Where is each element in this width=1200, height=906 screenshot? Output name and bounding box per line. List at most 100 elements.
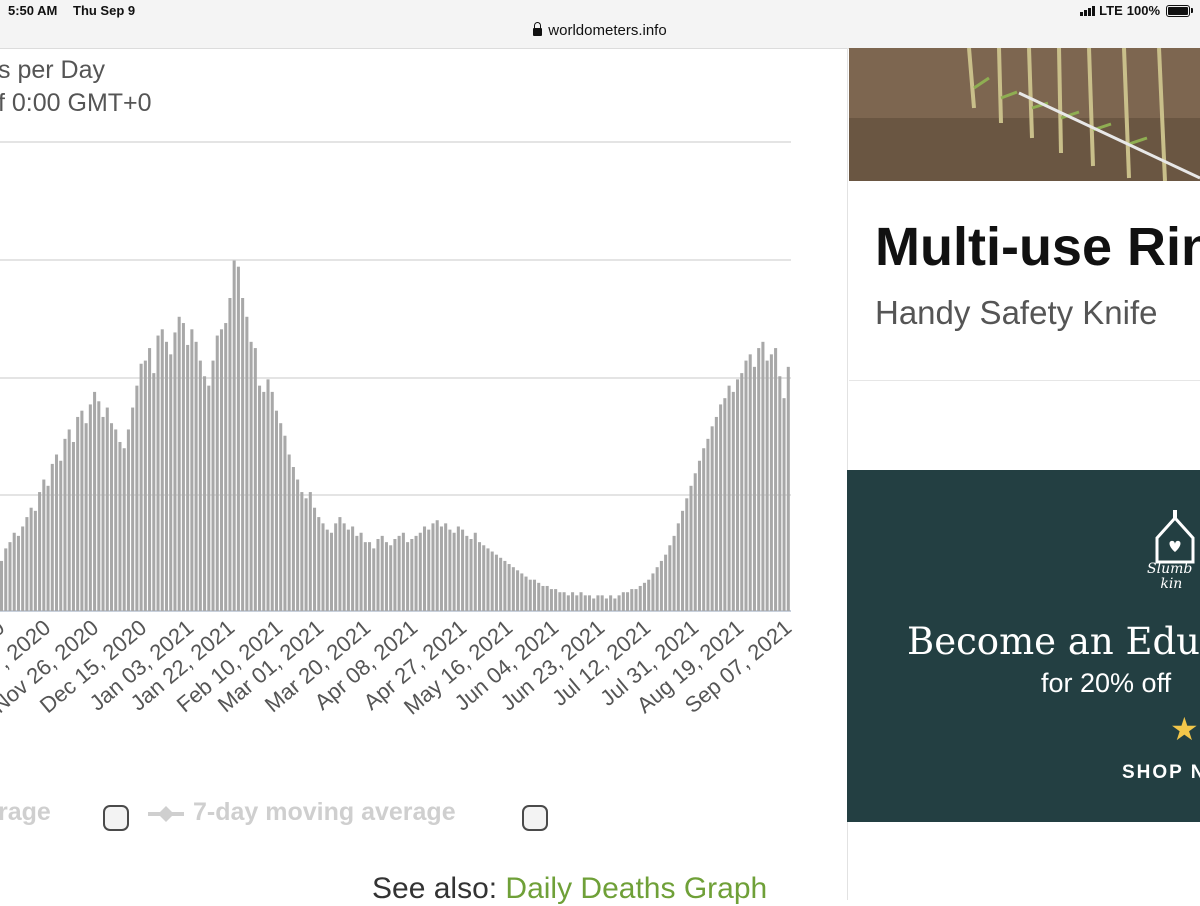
bar[interactable] [224,323,228,611]
bar[interactable] [676,523,680,611]
bar[interactable] [507,564,511,611]
bar[interactable] [693,473,697,611]
bar[interactable] [80,410,84,611]
bar[interactable] [406,542,410,611]
bar[interactable] [355,535,359,611]
bar[interactable] [532,579,537,611]
bar[interactable] [38,492,42,611]
bar[interactable] [482,545,486,611]
bar[interactable] [638,585,642,611]
legend-checkbox-daily[interactable] [103,805,129,831]
bar[interactable] [21,526,25,611]
bar[interactable] [444,523,448,611]
bar[interactable] [664,554,668,611]
bar[interactable] [253,348,257,611]
legend-checkbox-moving-average[interactable] [522,805,548,831]
bar[interactable] [228,298,232,611]
bar[interactable] [25,517,29,611]
bar[interactable] [236,266,240,611]
bar[interactable] [583,595,587,611]
bar[interactable] [571,592,575,611]
bar[interactable] [274,410,278,611]
bar[interactable] [181,323,185,611]
bar[interactable] [499,557,503,611]
bar[interactable] [706,438,710,611]
bar[interactable] [304,498,308,611]
bar[interactable] [494,554,498,611]
bar[interactable] [308,492,312,611]
bar[interactable] [626,592,630,611]
bar[interactable] [351,526,355,611]
bar[interactable] [647,579,651,611]
bar[interactable] [71,441,75,611]
bar[interactable] [54,454,59,612]
bar[interactable] [143,360,147,611]
bar[interactable] [689,485,693,611]
bar[interactable] [609,595,613,611]
bar[interactable] [139,363,143,611]
bar[interactable] [296,479,300,611]
bar[interactable] [118,441,122,611]
bar[interactable] [469,539,473,611]
bar[interactable] [131,407,135,611]
bar[interactable] [435,520,439,611]
bar[interactable] [152,373,156,611]
bar[interactable] [8,542,12,611]
bar[interactable] [503,560,507,611]
bar[interactable] [219,329,224,611]
bar[interactable] [558,592,562,611]
bar[interactable] [477,542,482,611]
bar[interactable] [562,592,566,611]
bar[interactable] [101,416,105,611]
bar[interactable] [380,535,384,611]
bar[interactable] [516,570,520,611]
bar[interactable] [410,539,414,611]
bar[interactable] [346,529,350,611]
bar[interactable] [266,379,270,611]
bar[interactable] [566,595,570,611]
bar[interactable] [287,454,291,612]
bar[interactable] [76,416,80,611]
bar[interactable] [604,598,608,611]
bar[interactable] [262,391,266,611]
bar[interactable] [786,366,790,611]
bar[interactable] [279,423,283,611]
bar[interactable] [359,532,363,611]
bar[interactable] [575,595,579,611]
bar[interactable] [613,598,617,611]
bar[interactable] [769,354,773,611]
bar[interactable] [731,391,735,611]
bar[interactable] [342,523,346,611]
bar[interactable] [126,429,130,611]
bar[interactable] [372,548,376,611]
bar[interactable] [702,448,706,611]
bar[interactable] [681,510,685,611]
bar[interactable] [520,573,524,611]
bar[interactable] [258,385,262,611]
bar[interactable] [461,529,465,611]
bar[interactable] [634,589,638,611]
bar[interactable] [596,595,600,611]
bar[interactable] [740,373,744,611]
bar[interactable] [198,360,202,611]
bar[interactable] [727,385,731,611]
bar[interactable] [549,589,553,611]
bar[interactable] [241,298,245,611]
bar[interactable] [600,595,604,611]
bar[interactable] [245,316,249,611]
bar[interactable] [723,398,727,611]
bar[interactable] [486,548,490,611]
bar[interactable] [173,332,177,611]
bar[interactable] [4,548,8,611]
bar[interactable] [363,542,367,611]
bar[interactable] [329,532,333,611]
bar[interactable] [668,545,672,611]
bar[interactable] [697,460,701,611]
bar[interactable] [710,426,714,611]
bar[interactable] [59,460,63,611]
bar[interactable] [422,526,427,611]
bar[interactable] [160,329,164,611]
bar[interactable] [448,529,452,611]
bar[interactable] [401,532,405,611]
bar[interactable] [541,585,545,611]
